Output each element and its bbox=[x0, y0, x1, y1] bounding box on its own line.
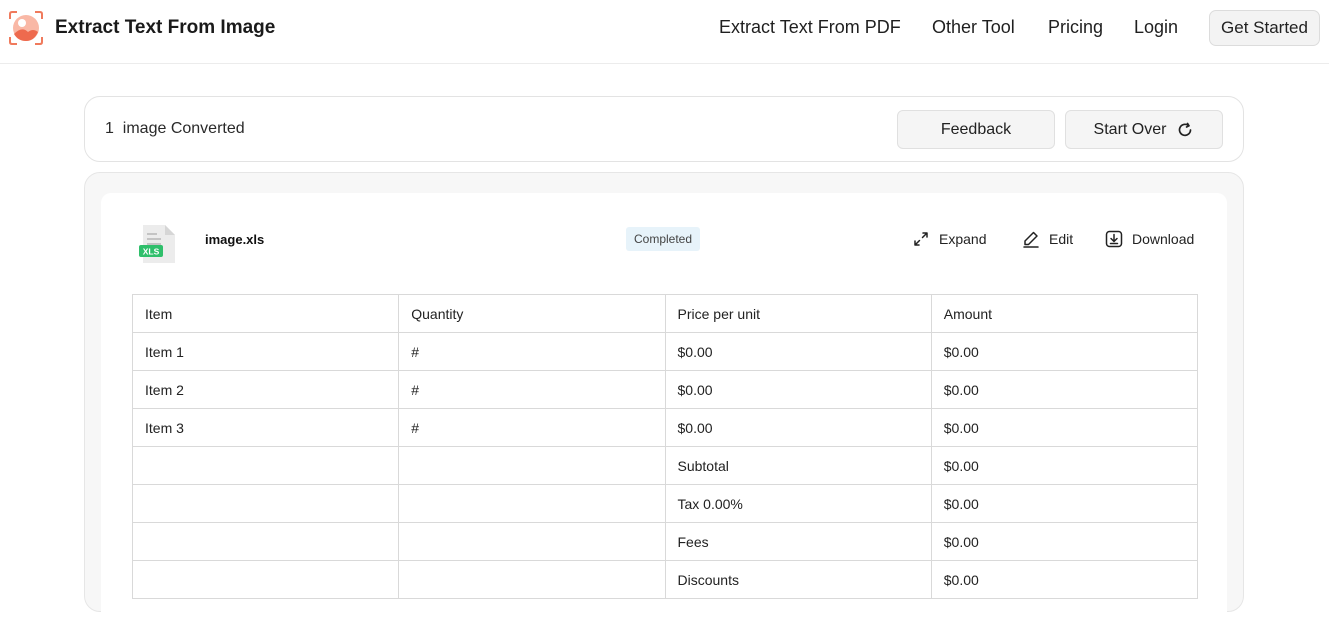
table-cell: Discounts bbox=[664, 560, 932, 599]
nav-pricing[interactable]: Pricing bbox=[1048, 17, 1103, 38]
table-row: Item 3 # $0.00 $0.00 bbox=[131, 408, 1199, 447]
feedback-button[interactable]: Feedback bbox=[897, 110, 1055, 149]
table-cell bbox=[398, 484, 666, 523]
result-panel: XLS image.xls Completed Expand Edit Down… bbox=[84, 172, 1244, 623]
nav-other-tool[interactable]: Other Tool bbox=[932, 17, 1015, 38]
table-cell bbox=[131, 446, 400, 485]
conversion-status: 1 image Converted bbox=[105, 120, 245, 138]
logo-icon[interactable] bbox=[8, 10, 44, 46]
converted-label: image Converted bbox=[122, 120, 245, 137]
download-label: Download bbox=[1132, 231, 1195, 247]
table-cell: # bbox=[398, 332, 666, 371]
table-cell: $0.00 bbox=[930, 370, 1199, 409]
edit-label: Edit bbox=[1049, 231, 1074, 247]
table-header-row: Item Quantity Price per unit Amount bbox=[131, 294, 1199, 333]
table-row: Discounts $0.00 bbox=[131, 560, 1199, 599]
table-cell bbox=[131, 522, 400, 561]
table-cell bbox=[131, 484, 400, 523]
start-over-label: Start Over bbox=[1093, 120, 1167, 138]
start-over-button[interactable]: Start Over bbox=[1065, 110, 1223, 149]
table-cell bbox=[398, 446, 666, 485]
table-cell: Amount bbox=[930, 294, 1199, 333]
table-cell: $0.00 bbox=[930, 332, 1199, 371]
table-cell bbox=[131, 560, 400, 599]
table-cell: $0.00 bbox=[930, 484, 1199, 523]
table-cell: $0.00 bbox=[930, 408, 1199, 447]
table-cell: $0.00 bbox=[664, 408, 932, 447]
table-cell: $0.00 bbox=[664, 370, 932, 409]
nav-extract-pdf[interactable]: Extract Text From PDF bbox=[719, 17, 901, 38]
pencil-icon bbox=[1023, 231, 1039, 248]
feedback-label: Feedback bbox=[940, 120, 1012, 138]
table-cell bbox=[398, 560, 666, 599]
result-card: XLS image.xls Completed Expand Edit Down… bbox=[101, 193, 1227, 623]
table-cell: Subtotal bbox=[664, 446, 932, 485]
expand-button[interactable]: Expand bbox=[911, 229, 986, 249]
xls-file-icon: XLS bbox=[139, 225, 175, 263]
table-cell: $0.00 bbox=[930, 446, 1199, 485]
converted-count: 1 bbox=[105, 120, 114, 137]
conversion-status-bar: 1 image Converted Feedback Start Over bbox=[84, 96, 1244, 162]
table-cell: Item 3 bbox=[131, 408, 400, 447]
expand-label: Expand bbox=[939, 231, 987, 247]
table-row: Fees $0.00 bbox=[131, 522, 1199, 561]
download-icon bbox=[1105, 230, 1123, 248]
nav-login[interactable]: Login bbox=[1134, 17, 1178, 38]
top-navbar: Extract Text From Image Extract Text Fro… bbox=[0, 0, 1329, 64]
table-cell: $0.00 bbox=[664, 332, 932, 371]
status-badge: Completed bbox=[626, 227, 701, 251]
table-cell: $0.00 bbox=[930, 560, 1199, 599]
edit-button[interactable]: Edit bbox=[1021, 229, 1073, 249]
refresh-icon bbox=[1179, 122, 1192, 136]
file-name: image.xls bbox=[205, 232, 265, 247]
table-cell: # bbox=[398, 408, 666, 447]
expand-icon bbox=[914, 232, 928, 246]
table-row: Tax 0.00% $0.00 bbox=[131, 484, 1199, 523]
table-cell: Fees bbox=[664, 522, 932, 561]
table-cell: Item bbox=[131, 294, 400, 333]
table-row: Item 1 # $0.00 $0.00 bbox=[131, 332, 1199, 371]
table-row: Item 2 # $0.00 $0.00 bbox=[131, 370, 1199, 409]
table-cell: Tax 0.00% bbox=[664, 484, 932, 523]
table-cell: $0.00 bbox=[930, 522, 1199, 561]
download-button[interactable]: Download bbox=[1104, 229, 1194, 249]
file-type-label: XLS bbox=[143, 247, 160, 257]
table-cell: Item 2 bbox=[131, 370, 400, 409]
extracted-table: Item Quantity Price per unit Amount Item… bbox=[131, 294, 1199, 599]
get-started-button[interactable]: Get Started bbox=[1209, 10, 1320, 46]
table-cell: Quantity bbox=[398, 294, 666, 333]
brand-name[interactable]: Extract Text From Image bbox=[55, 17, 275, 39]
table-cell bbox=[398, 522, 666, 561]
table-cell: # bbox=[398, 370, 666, 409]
table-cell: Item 1 bbox=[131, 332, 400, 371]
table-cell: Price per unit bbox=[664, 294, 932, 333]
table-row: Subtotal $0.00 bbox=[131, 446, 1199, 485]
